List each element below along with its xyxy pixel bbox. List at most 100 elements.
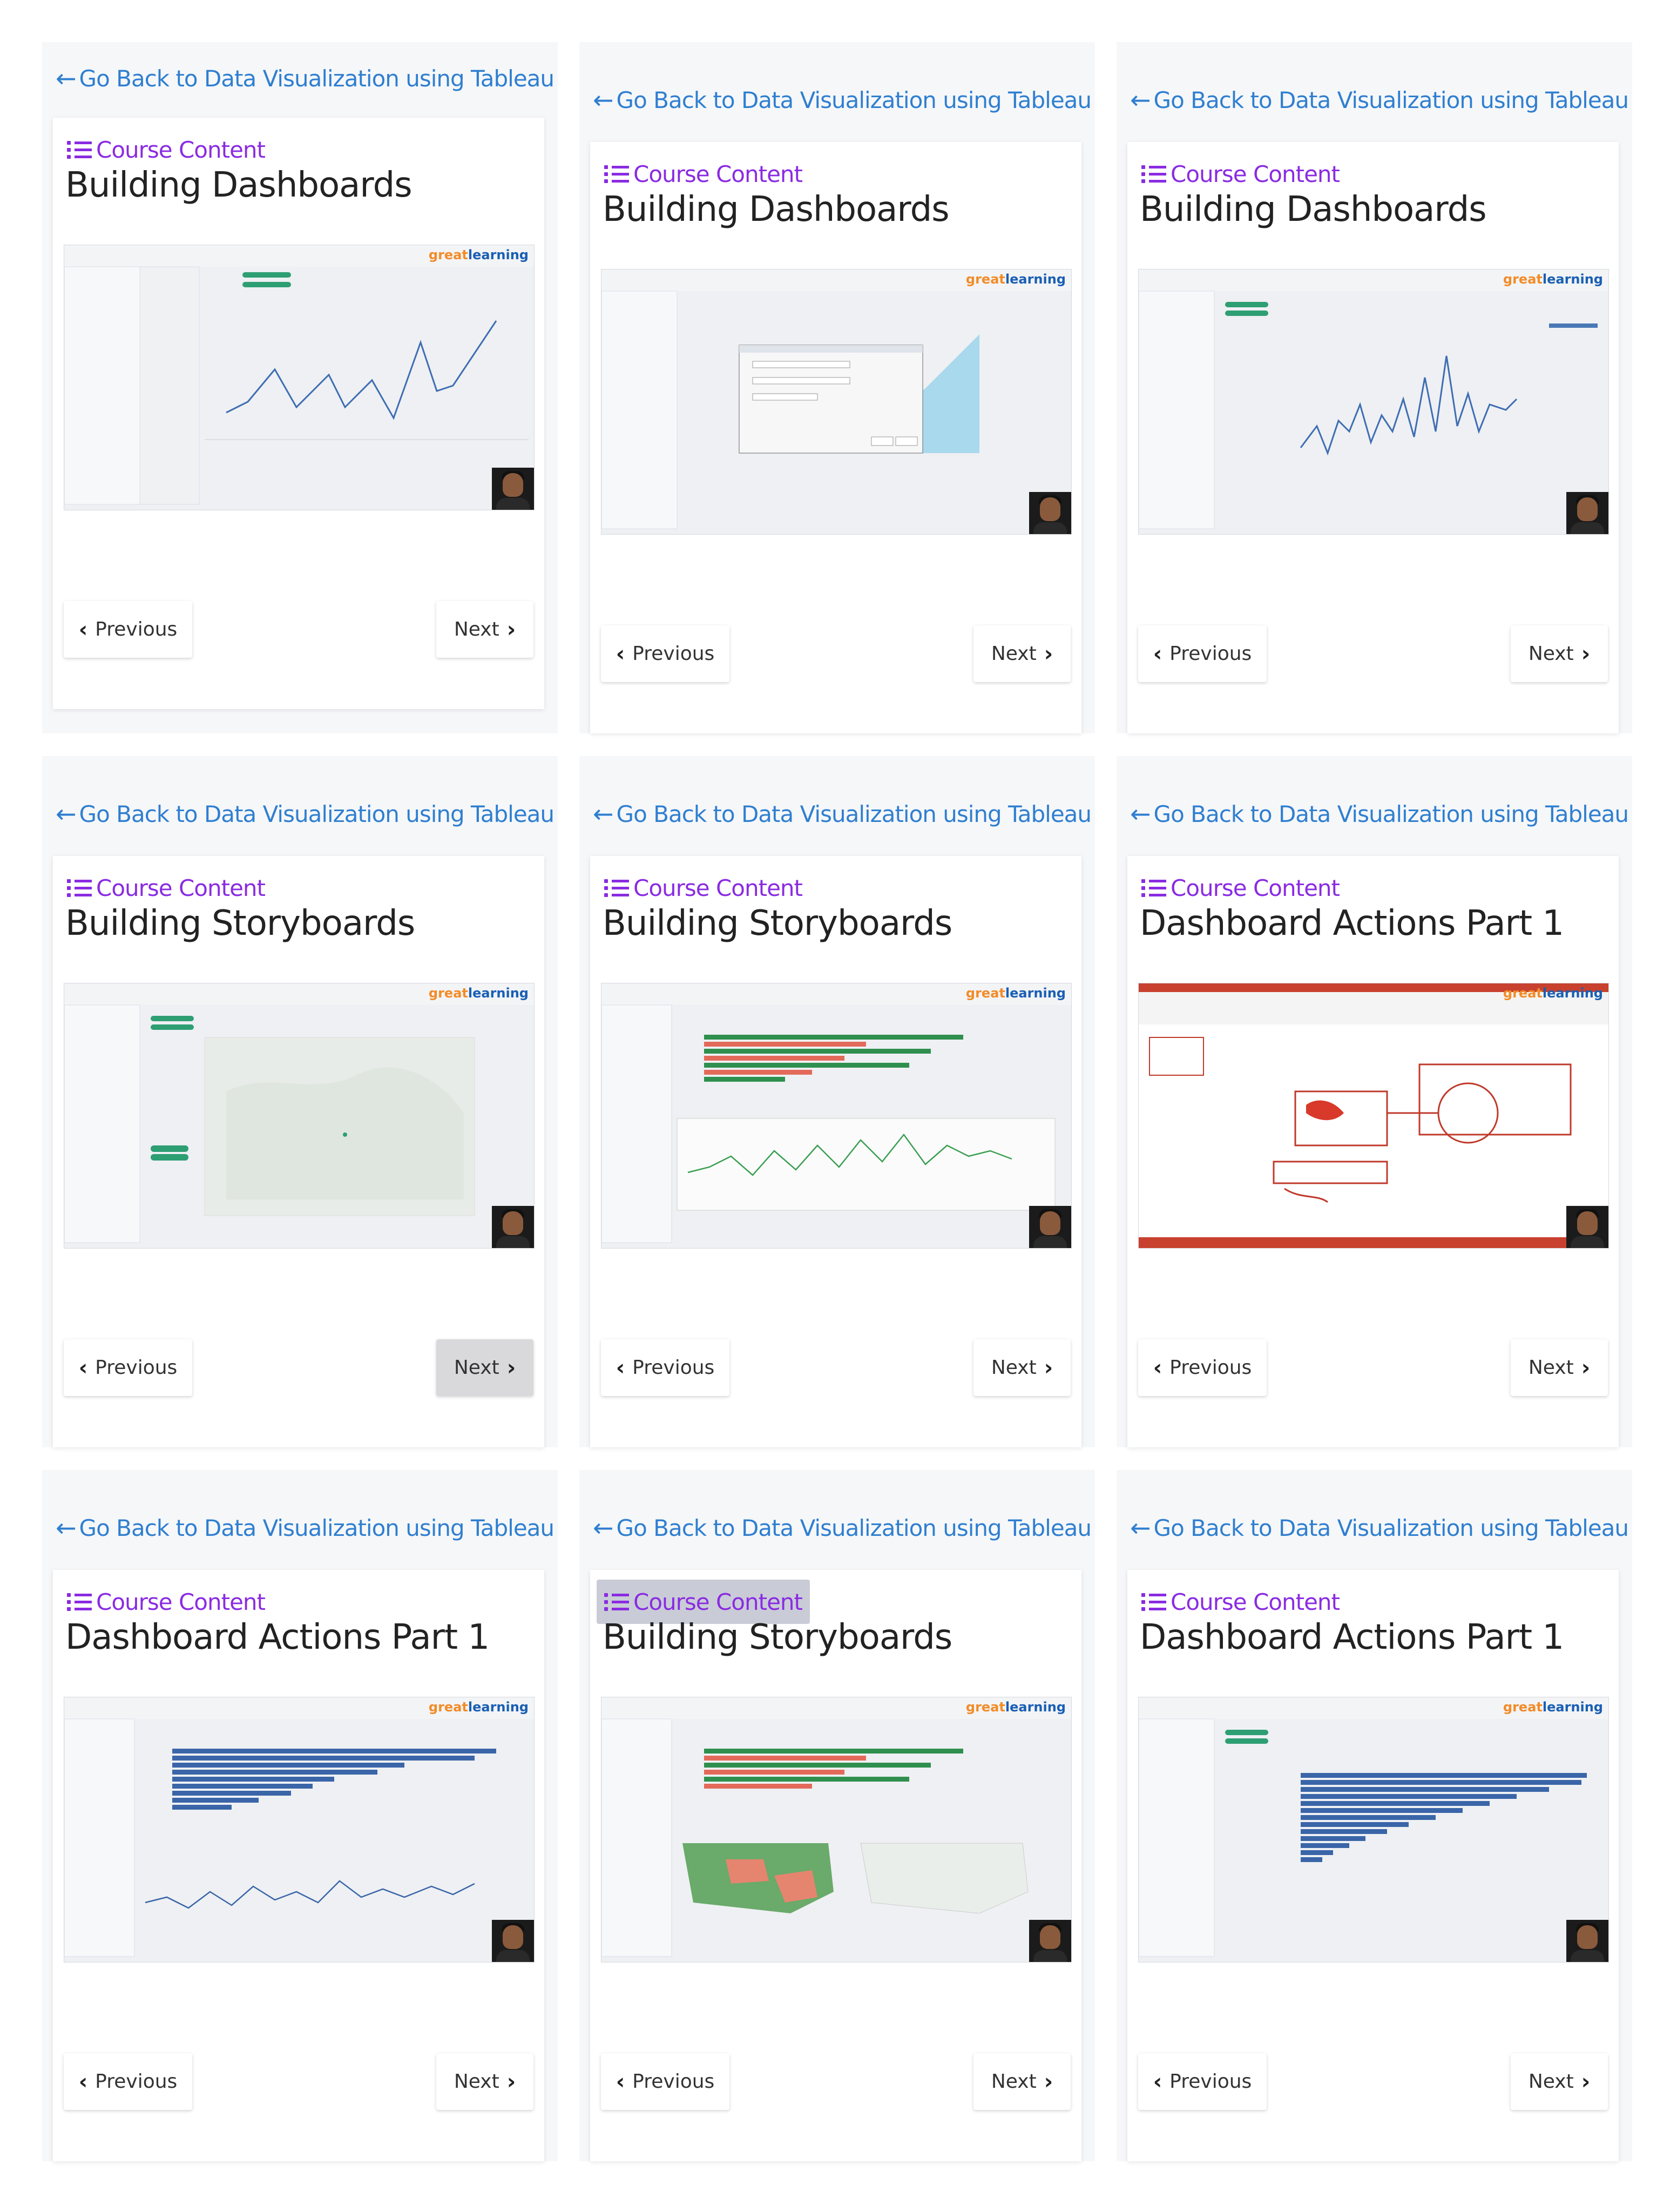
brand-logo: greatlearning — [1503, 986, 1603, 1001]
video-frame — [1139, 983, 1608, 1248]
lesson-title: Dashboard Actions Part 1 — [65, 1617, 490, 1657]
chevron-right-icon: › — [506, 2069, 516, 2094]
presenter-thumbnail — [492, 1920, 534, 1962]
arrow-left-icon: ← — [593, 799, 614, 828]
panel-7: ← Go Back to Data Visualization using Tab… — [42, 1470, 558, 2161]
brand-logo: greatlearning — [1503, 272, 1603, 287]
arrow-left-icon: ← — [1130, 85, 1151, 114]
presenter-thumbnail — [1566, 1920, 1608, 1962]
video-player[interactable]: greatlearning — [601, 983, 1072, 1249]
next-button[interactable]: Next › — [1511, 625, 1608, 682]
video-player[interactable]: greatlearning — [1138, 983, 1609, 1249]
chevron-left-icon: ‹ — [1153, 1355, 1162, 1380]
list-icon — [1141, 1591, 1166, 1612]
next-button[interactable]: Next › — [1511, 2053, 1608, 2110]
video-player[interactable]: greatlearning — [601, 1697, 1072, 1963]
brand-logo: greatlearning — [1503, 1700, 1603, 1715]
video-player[interactable]: greatlearning — [64, 245, 535, 510]
previous-button[interactable]: ‹ Previous — [601, 1339, 729, 1396]
arrow-left-icon: ← — [56, 799, 77, 828]
presenter-thumbnail — [1566, 492, 1608, 534]
chevron-right-icon: › — [1581, 1355, 1591, 1380]
lesson-title: Building Storyboards — [65, 903, 415, 943]
chevron-right-icon: › — [1581, 2069, 1591, 2094]
previous-button[interactable]: ‹ Previous — [1138, 625, 1267, 682]
panel-6: ← Go Back to Data Visualization using Tab… — [1117, 756, 1632, 1447]
lesson-title: Building Dashboards — [1140, 190, 1487, 230]
back-link[interactable]: ← Go Back to Data Visualization using Tab… — [1130, 85, 1629, 114]
list-icon — [1141, 164, 1166, 184]
back-link[interactable]: ← Go Back to Data Visualization using Tab… — [593, 85, 1092, 114]
lesson-title: Building Dashboards — [65, 165, 413, 205]
arrow-left-icon: ← — [593, 85, 614, 114]
next-button[interactable]: Next › — [1511, 1339, 1608, 1396]
previous-button[interactable]: ‹ Previous — [601, 625, 729, 682]
video-frame — [64, 1697, 534, 1957]
brand-logo: greatlearning — [428, 247, 529, 262]
previous-button[interactable]: ‹ Previous — [1138, 2053, 1267, 2110]
chevron-left-icon: ‹ — [78, 2069, 88, 2094]
panel-3: ← Go Back to Data Visualization using Tab… — [1117, 42, 1632, 733]
video-player[interactable]: greatlearning — [64, 983, 535, 1249]
back-link[interactable]: ← Go Back to Data Visualization using Tab… — [56, 799, 555, 828]
chevron-right-icon: › — [506, 617, 516, 642]
chevron-right-icon: › — [1044, 1355, 1053, 1380]
lesson-card: Course Content Dashboard Actions Part 1 … — [1127, 856, 1619, 1447]
next-button[interactable]: Next › — [973, 625, 1071, 682]
back-link[interactable]: ← Go Back to Data Visualization using Tab… — [56, 1513, 555, 1542]
back-link[interactable]: ← Go Back to Data Visualization using Tab… — [1130, 799, 1629, 828]
presenter-thumbnail — [1029, 492, 1071, 534]
back-link[interactable]: ← Go Back to Data Visualization using Tab… — [56, 64, 555, 93]
previous-button[interactable]: ‹ Previous — [601, 2053, 729, 2110]
chevron-left-icon: ‹ — [616, 641, 625, 666]
video-player[interactable]: greatlearning — [601, 269, 1072, 535]
presenter-thumbnail — [492, 1206, 534, 1248]
lesson-card: Course Content Building Storyboards grea… — [590, 1570, 1081, 2161]
next-button[interactable]: Next › — [436, 2053, 533, 2110]
video-frame — [1139, 269, 1608, 529]
panel-5: ← Go Back to Data Visualization using Tab… — [579, 756, 1095, 1447]
video-player[interactable]: greatlearning — [64, 1697, 535, 1963]
previous-button[interactable]: ‹ Previous — [1138, 1339, 1267, 1396]
back-link[interactable]: ← Go Back to Data Visualization using Tab… — [593, 1513, 1092, 1542]
video-player[interactable]: greatlearning — [1138, 269, 1609, 535]
chevron-left-icon: ‹ — [616, 2069, 625, 2094]
arrow-left-icon: ← — [1130, 1513, 1151, 1542]
previous-button[interactable]: ‹ Previous — [64, 2053, 192, 2110]
brand-logo: greatlearning — [428, 1700, 529, 1715]
panel-8: ← Go Back to Data Visualization using Tab… — [579, 1470, 1095, 2161]
brand-logo: greatlearning — [965, 1700, 1066, 1715]
lesson-title: Dashboard Actions Part 1 — [1140, 1617, 1564, 1657]
chevron-right-icon: › — [1581, 641, 1591, 666]
video-frame — [64, 245, 534, 505]
back-link[interactable]: ← Go Back to Data Visualization using Tab… — [1130, 1513, 1629, 1542]
next-button[interactable]: Next › — [973, 2053, 1071, 2110]
lesson-card: Course Content Dashboard Actions Part 1 … — [53, 1570, 544, 2161]
chevron-left-icon: ‹ — [1153, 2069, 1162, 2094]
back-link[interactable]: ← Go Back to Data Visualization using Tab… — [593, 799, 1092, 828]
lesson-card: Course Content Building Dashboards great… — [590, 142, 1081, 733]
video-frame — [64, 983, 534, 1243]
panel-1: ← Go Back to Data Visualization using Tab… — [42, 42, 558, 733]
panel-9: ← Go Back to Data Visualization using Tab… — [1117, 1470, 1632, 2161]
list-icon — [67, 878, 92, 898]
previous-button[interactable]: ‹ Previous — [64, 1339, 192, 1396]
arrow-left-icon: ← — [593, 1513, 614, 1542]
arrow-left-icon: ← — [56, 1513, 77, 1542]
panel-2: ← Go Back to Data Visualization using Tab… — [579, 42, 1095, 733]
chevron-left-icon: ‹ — [616, 1355, 625, 1380]
arrow-left-icon: ← — [56, 64, 77, 93]
previous-button[interactable]: ‹ Previous — [64, 601, 192, 658]
presenter-thumbnail — [1029, 1206, 1071, 1248]
lesson-title: Building Storyboards — [603, 903, 952, 943]
next-button[interactable]: Next › — [436, 601, 533, 658]
arrow-left-icon: ← — [1130, 799, 1151, 828]
lesson-title: Building Storyboards — [603, 1617, 952, 1657]
next-button[interactable]: Next › — [973, 1339, 1071, 1396]
video-player[interactable]: greatlearning — [1138, 1697, 1609, 1963]
next-button[interactable]: Next › — [436, 1339, 533, 1396]
brand-logo: greatlearning — [965, 986, 1066, 1001]
lesson-title: Dashboard Actions Part 1 — [1140, 903, 1564, 943]
list-icon — [604, 164, 629, 184]
list-icon — [604, 878, 629, 898]
